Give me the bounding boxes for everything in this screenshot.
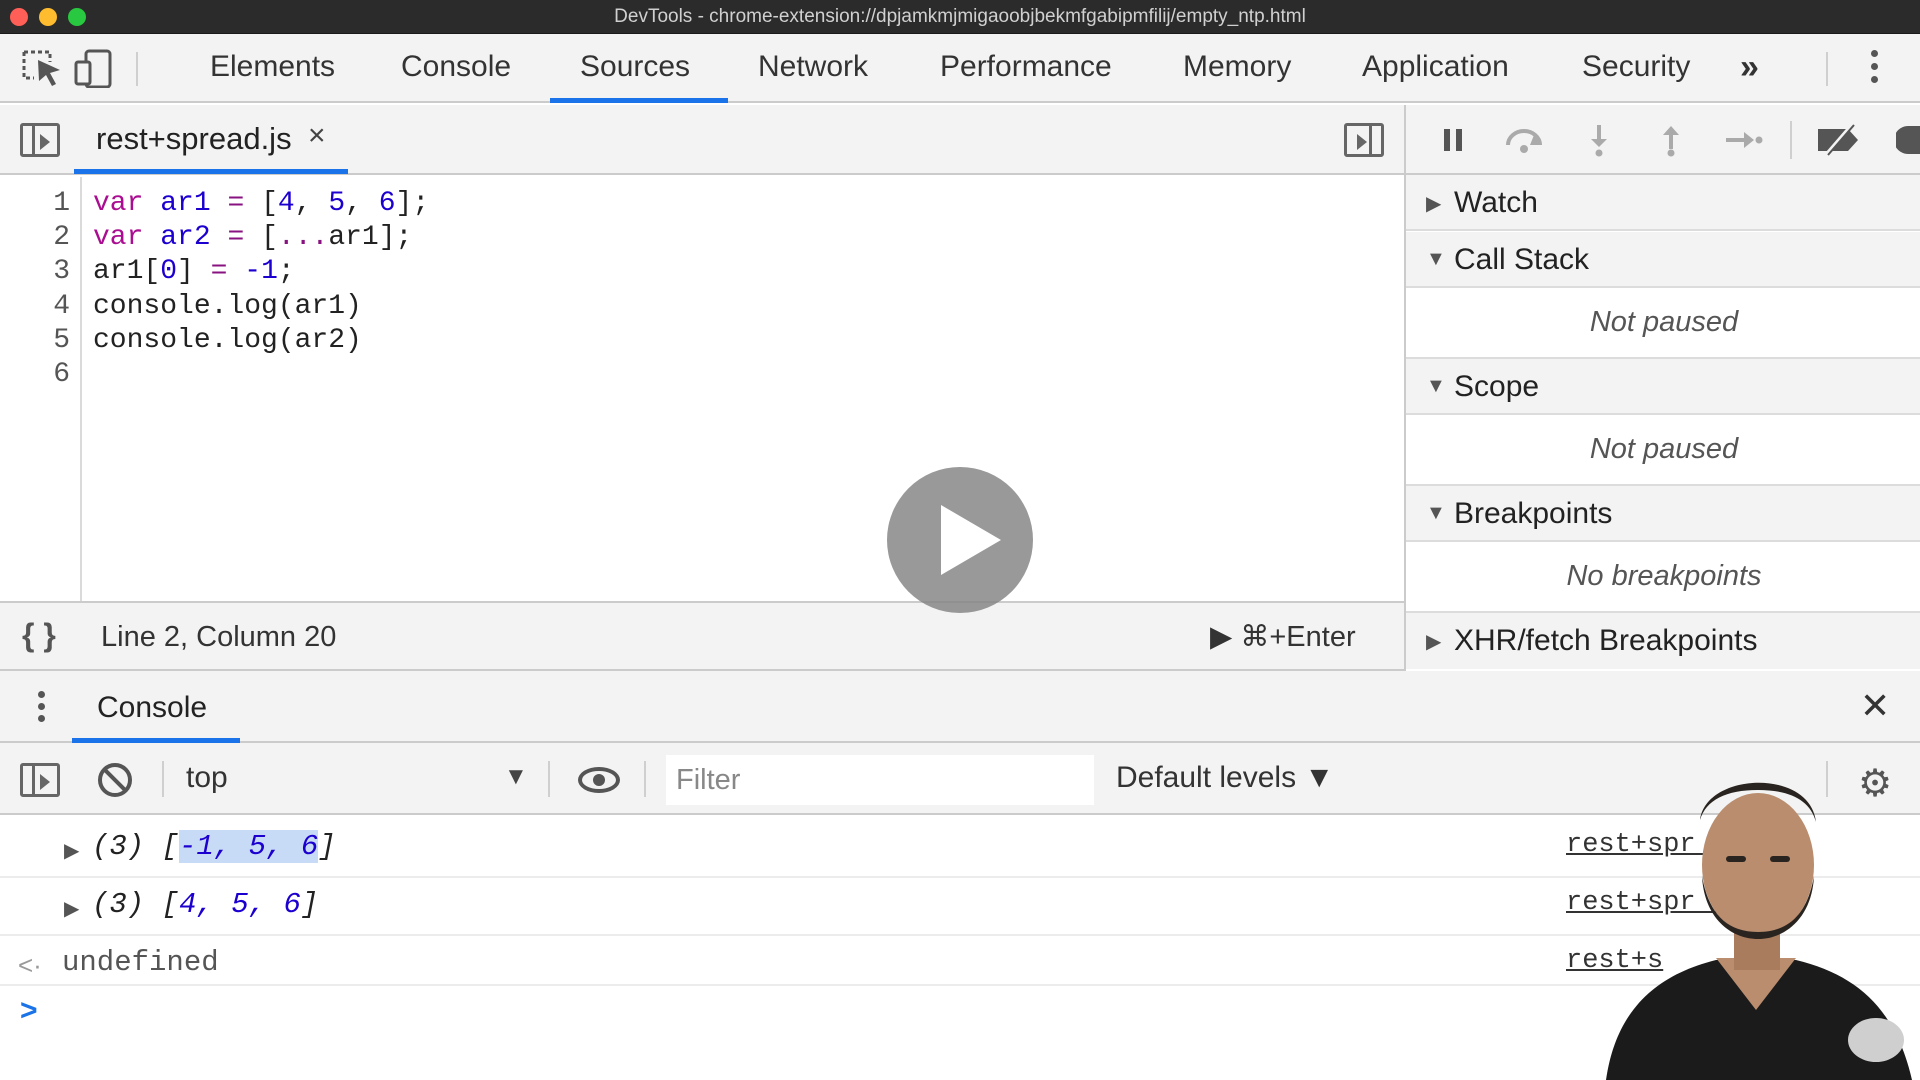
step-into-icon[interactable]	[1582, 123, 1616, 157]
line-number[interactable]: 5	[53, 325, 70, 356]
tab-memory[interactable]: Memory	[1183, 50, 1291, 84]
drawer-header: Console ✕	[0, 671, 1920, 743]
section-title: Call Stack	[1454, 243, 1590, 276]
scope-section[interactable]: ▼ Scope	[1406, 359, 1920, 415]
collapse-arrow-icon: ▼	[1426, 248, 1446, 270]
close-drawer-icon[interactable]: ✕	[1860, 685, 1890, 727]
line-number[interactable]: 4	[53, 291, 70, 322]
code-line: console.log(ar2)	[93, 325, 362, 356]
debugger-sidebar: ▶ Watch ▼ Call Stack Not paused ▼ Scope …	[1404, 105, 1920, 671]
tab-security[interactable]: Security	[1582, 50, 1690, 84]
line-number[interactable]: 3	[53, 256, 70, 287]
line-number[interactable]: 2	[53, 222, 70, 253]
toolbar-divider	[548, 761, 550, 797]
breakpoints-section[interactable]: ▼ Breakpoints	[1406, 486, 1920, 542]
deactivate-breakpoints-icon[interactable]	[1814, 123, 1864, 157]
expand-arrow-icon: ▶	[1426, 193, 1442, 215]
collapse-arrow-icon: ▼	[1426, 375, 1446, 397]
pretty-print-icon[interactable]: { }	[22, 617, 56, 654]
console-prompt-chevron-icon[interactable]: >	[20, 994, 38, 1028]
call-stack-empty-message: Not paused	[1406, 289, 1920, 359]
expand-arrow-icon: ▶	[1426, 631, 1442, 653]
drawer-menu-icon[interactable]	[38, 691, 46, 727]
section-title: Watch	[1454, 186, 1538, 219]
live-expression-eye-icon[interactable]	[578, 767, 620, 793]
console-sidebar-icon[interactable]	[20, 763, 60, 797]
section-title: Breakpoints	[1454, 497, 1613, 530]
log-levels-dropdown[interactable]: Default levels ▼	[1116, 761, 1334, 795]
call-stack-section[interactable]: ▼ Call Stack	[1406, 232, 1920, 288]
video-play-icon[interactable]	[887, 467, 1033, 613]
tab-performance[interactable]: Performance	[940, 50, 1112, 84]
toolbar-divider	[1790, 121, 1792, 159]
code-line: console.log(ar1)	[93, 291, 362, 322]
more-tabs-chevron-icon[interactable]: »	[1740, 48, 1759, 87]
debugger-toolbar	[1406, 105, 1920, 175]
line-gutter: 1 2 3 4 5 6	[0, 177, 82, 601]
toggle-debugger-icon[interactable]	[1344, 123, 1384, 157]
code-line: ar1[0] = -1;	[93, 256, 295, 287]
main-tab-bar: Elements Console Sources Network Perform…	[0, 34, 1920, 103]
watch-section[interactable]: ▶ Watch	[1406, 175, 1920, 231]
context-selector[interactable]: top	[186, 761, 228, 795]
toolbar-divider	[644, 761, 646, 797]
scope-empty-message: Not paused	[1406, 416, 1920, 486]
dropdown-caret-icon[interactable]: ▼	[504, 763, 528, 791]
title-bar: DevTools - chrome-extension://dpjamkmjmi…	[0, 0, 1920, 34]
step-icon[interactable]	[1724, 123, 1764, 157]
breakpoints-empty-message: No breakpoints	[1406, 543, 1920, 613]
code-editor[interactable]: 1 2 3 4 5 6 var ar1 = [4, 5, 6]; var ar2…	[0, 177, 1404, 601]
active-file-indicator	[74, 169, 348, 174]
device-toolbar-icon[interactable]	[72, 48, 118, 88]
presenter-webcam	[1606, 782, 1912, 1080]
tab-application[interactable]: Application	[1362, 50, 1509, 84]
return-value: undefined	[62, 946, 219, 979]
sources-file-tabbar: rest+spread.js ×	[0, 105, 1404, 175]
toolbar-divider	[136, 52, 138, 86]
step-over-icon[interactable]	[1502, 123, 1546, 157]
file-tab-close-icon[interactable]: ×	[308, 119, 326, 153]
cursor-position: Line 2, Column 20	[101, 621, 337, 653]
file-tab-label[interactable]: rest+spread.js	[96, 121, 292, 157]
expand-array-icon[interactable]: ▶	[64, 838, 79, 863]
step-out-icon[interactable]	[1654, 123, 1688, 157]
tab-console[interactable]: Console	[401, 50, 511, 84]
customize-menu-icon[interactable]	[1870, 50, 1880, 90]
code-line: var ar1 = [4, 5, 6];	[93, 188, 430, 219]
xhr-breakpoints-section[interactable]: ▶ XHR/fetch Breakpoints	[1406, 613, 1920, 669]
return-value-arrow-icon: <·	[18, 950, 42, 980]
toggle-navigator-icon[interactable]	[20, 123, 60, 157]
drawer-tab-console[interactable]: Console	[97, 691, 207, 725]
run-snippet-button[interactable]: ▶ ⌘+Enter	[1210, 619, 1356, 654]
active-tab-indicator	[550, 98, 728, 103]
section-title: XHR/fetch Breakpoints	[1454, 624, 1758, 657]
inspect-element-icon[interactable]	[20, 48, 66, 88]
collapse-arrow-icon: ▼	[1426, 502, 1446, 524]
line-number[interactable]: 1	[53, 188, 70, 219]
expand-array-icon[interactable]: ▶	[64, 896, 79, 921]
console-array-output[interactable]: (3) [4, 5, 6]	[92, 888, 318, 921]
line-number[interactable]: 6	[53, 359, 70, 390]
editor-status-bar: { } Line 2, Column 20 ▶ ⌘+Enter	[0, 601, 1404, 671]
tab-elements[interactable]: Elements	[210, 50, 335, 84]
pause-on-exceptions-icon[interactable]	[1896, 123, 1920, 157]
code-line: var ar2 = [...ar1];	[93, 222, 413, 253]
toolbar-divider	[162, 761, 164, 797]
window-title: DevTools - chrome-extension://dpjamkmjmi…	[614, 6, 1306, 27]
section-title: Scope	[1454, 370, 1540, 403]
console-array-output[interactable]: (3) [-1, 5, 6]	[92, 830, 336, 863]
toolbar-divider	[1826, 52, 1828, 86]
tab-sources[interactable]: Sources	[580, 50, 690, 84]
tab-network[interactable]: Network	[758, 50, 868, 84]
console-filter-input[interactable]	[666, 755, 1094, 805]
pause-icon[interactable]	[1436, 123, 1470, 157]
clear-console-icon[interactable]	[98, 763, 132, 797]
